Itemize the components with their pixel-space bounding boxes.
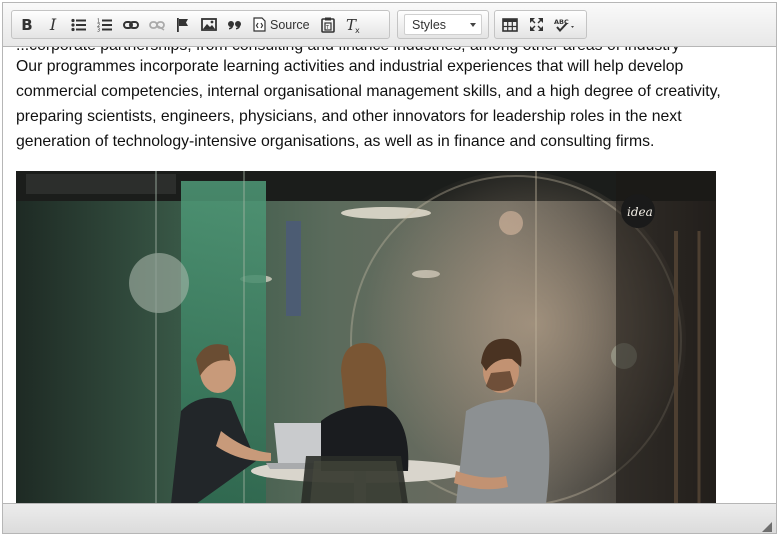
spellcheck-icon[interactable]: ABC bbox=[549, 12, 583, 37]
tools-toolbar-group: ABC bbox=[494, 10, 587, 39]
editor-content-area[interactable]: ...corporate partnerships, from consulti… bbox=[3, 47, 776, 504]
body-paragraph: Our programmes incorporate learning acti… bbox=[16, 58, 721, 150]
styles-dropdown-field: Styles bbox=[404, 14, 482, 35]
svg-text:x: x bbox=[355, 26, 360, 33]
idea-sign-text: idea bbox=[627, 205, 653, 219]
flag-icon[interactable] bbox=[170, 12, 196, 37]
svg-text:ABC: ABC bbox=[554, 18, 569, 26]
resize-grip-icon[interactable] bbox=[762, 519, 772, 532]
quote-icon[interactable] bbox=[222, 12, 248, 37]
maximize-icon[interactable] bbox=[523, 12, 549, 37]
styles-dropdown[interactable]: Styles bbox=[397, 10, 489, 39]
source-label: Source bbox=[270, 17, 310, 32]
editor-toolbar: B I 1 2 3 Source T T x Styles ABC bbox=[3, 3, 776, 47]
source-icon bbox=[253, 17, 266, 32]
numbered-list-icon[interactable]: 1 2 3 bbox=[92, 12, 118, 37]
link-icon[interactable] bbox=[118, 12, 144, 37]
source-button[interactable]: Source bbox=[248, 12, 315, 37]
unlink-icon[interactable] bbox=[144, 12, 170, 37]
editor-status-bar bbox=[3, 503, 776, 533]
styles-label: Styles bbox=[412, 17, 447, 32]
remove-format-icon[interactable]: T x bbox=[341, 12, 367, 37]
paste-text-icon[interactable]: T bbox=[315, 12, 341, 37]
bold-button[interactable]: B bbox=[14, 12, 40, 37]
chevron-down-icon bbox=[470, 22, 476, 27]
svg-text:3: 3 bbox=[97, 27, 100, 32]
table-icon[interactable] bbox=[497, 12, 523, 37]
rich-text-editor: B I 1 2 3 Source T T x Styles ABC Our pr… bbox=[2, 2, 777, 534]
formatting-toolbar-group: B I 1 2 3 Source T T x bbox=[11, 10, 390, 39]
meeting-room-photo[interactable]: idea bbox=[16, 171, 716, 504]
bulleted-list-icon[interactable] bbox=[66, 12, 92, 37]
italic-button[interactable]: I bbox=[40, 12, 66, 37]
image-icon[interactable] bbox=[196, 12, 222, 37]
